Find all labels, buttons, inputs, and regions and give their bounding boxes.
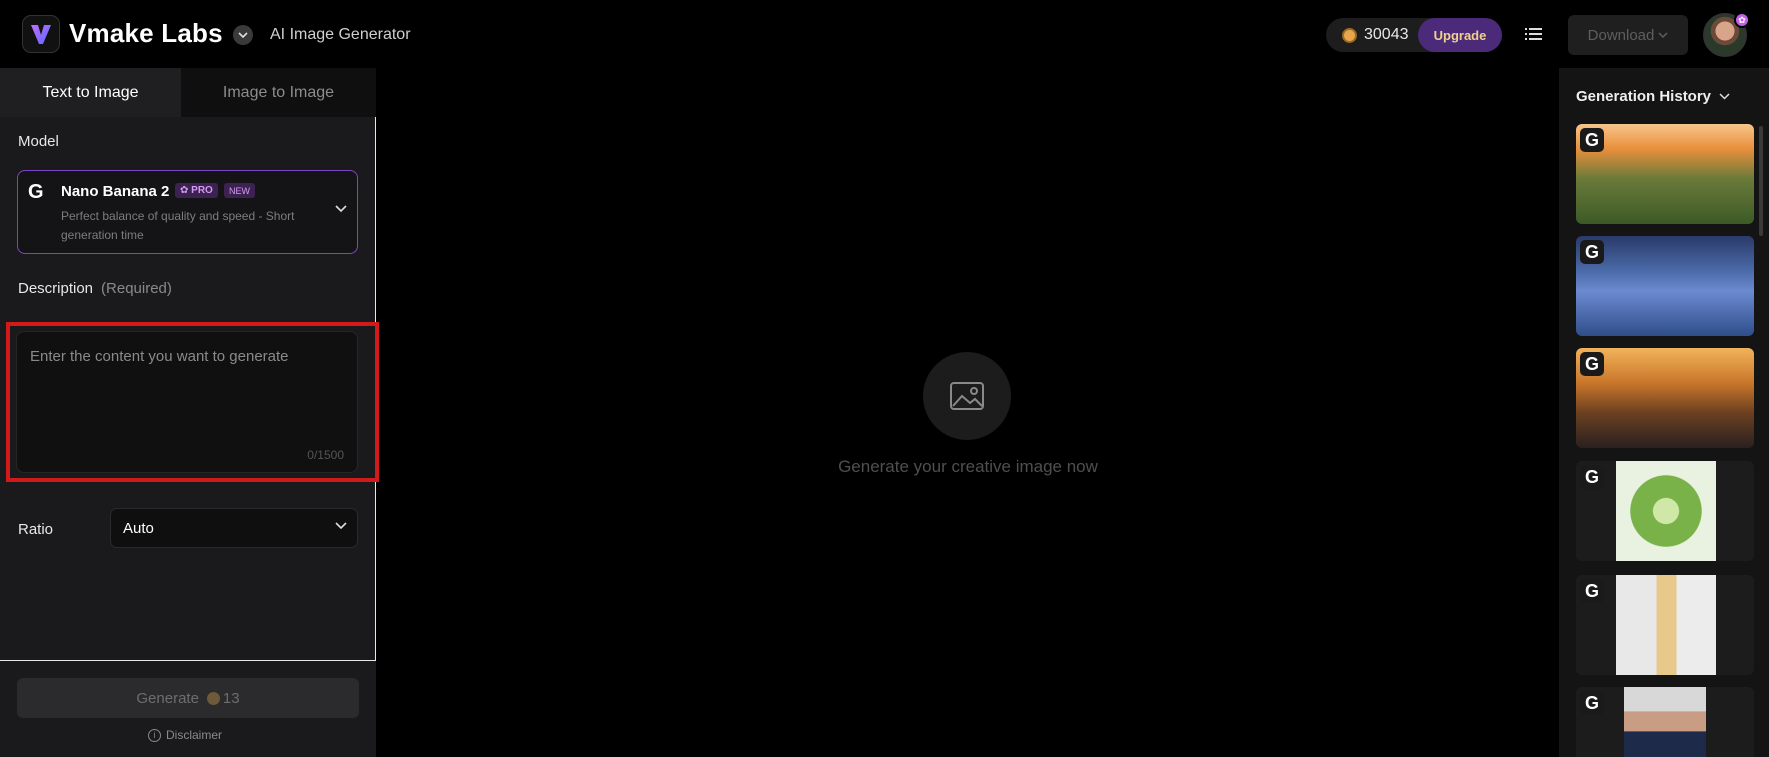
history-card[interactable]: G: [1576, 461, 1754, 561]
image-placeholder-icon: [923, 352, 1011, 440]
google-icon: G: [1580, 691, 1604, 715]
tab-image-to-image[interactable]: Image to Image: [181, 68, 376, 117]
model-description: Perfect balance of quality and speed - S…: [61, 209, 295, 242]
download-button[interactable]: Download: [1568, 15, 1688, 55]
credits-amount: 30043: [1364, 26, 1409, 43]
generate-button[interactable]: Generate 13: [17, 678, 359, 718]
brand-name: Vmake Labs: [69, 18, 223, 48]
tab-text-to-image[interactable]: Text to Image: [0, 68, 181, 117]
disclaimer-link[interactable]: i Disclaimer: [148, 728, 222, 742]
history-scrollbar[interactable]: [1759, 126, 1763, 236]
history-title-label: Generation History: [1576, 88, 1712, 105]
google-icon: G: [1580, 240, 1604, 264]
chevron-down-icon: [335, 205, 347, 213]
generation-form: Model G Nano Banana 2 ✿ PRO NEW Perfect …: [0, 117, 379, 661]
chevron-down-icon: [1658, 32, 1668, 38]
history-card[interactable]: G: [1576, 575, 1754, 675]
disclaimer-label: Disclaimer: [166, 728, 223, 742]
google-icon: G: [1580, 579, 1604, 603]
history-thumbnail: [1616, 575, 1716, 675]
coin-icon: [1342, 27, 1357, 43]
history-thumbnail: [1624, 687, 1706, 757]
history-card[interactable]: G: [1576, 687, 1754, 757]
mode-tabs: Text to Image Image to Image: [0, 68, 376, 117]
generate-cost: 13: [206, 689, 240, 707]
history-card[interactable]: G: [1576, 348, 1754, 448]
download-label: Download: [1587, 26, 1655, 44]
app-root: Vmake Labs AI Image Generator 30043 Upgr…: [0, 0, 1769, 757]
google-icon: G: [1580, 128, 1604, 152]
model-name: Nano Banana 2: [61, 183, 170, 200]
empty-state-text: Generate your creative image now: [838, 457, 1098, 476]
history-thumbnail: [1616, 461, 1716, 561]
ratio-label: Ratio: [18, 521, 54, 538]
history-panel: Generation History G G G G G G: [1559, 68, 1769, 757]
credits-pill[interactable]: 30043 Upgrade: [1326, 18, 1502, 52]
description-label: Description (Required): [18, 280, 172, 297]
info-icon: i: [148, 728, 161, 742]
google-icon: G: [1580, 352, 1604, 376]
history-card[interactable]: G: [1576, 236, 1754, 336]
app-subtitle: AI Image Generator: [270, 26, 411, 43]
vmake-logo-icon: [31, 25, 51, 44]
ratio-select[interactable]: Auto: [110, 508, 358, 548]
description-label-text: Description: [18, 280, 94, 297]
google-icon: G: [28, 181, 44, 203]
model-select[interactable]: G Nano Banana 2 ✿ PRO NEW Perfect balanc…: [17, 170, 358, 254]
ratio-value: Auto: [123, 519, 154, 537]
history-title[interactable]: Generation History: [1576, 88, 1730, 105]
left-panel: Text to Image Image to Image Model G Nan…: [0, 68, 379, 757]
list-menu-icon[interactable]: [1525, 26, 1543, 42]
brand-menu-chevron-icon[interactable]: [233, 25, 253, 45]
top-header: Vmake Labs AI Image Generator 30043 Upgr…: [0, 0, 1769, 68]
character-counter: 0/1500: [307, 448, 344, 462]
generate-cost-value: 13: [222, 689, 240, 707]
vip-crown-icon: ✿: [1734, 12, 1750, 28]
coin-icon: [206, 691, 220, 705]
chevron-down-icon: [1719, 93, 1730, 100]
model-label: Model: [18, 133, 59, 150]
vmake-logo[interactable]: [22, 15, 60, 53]
upgrade-button[interactable]: Upgrade: [1418, 18, 1502, 52]
description-input[interactable]: [17, 332, 357, 472]
description-field[interactable]: 0/1500: [16, 331, 358, 473]
generate-label: Generate: [136, 689, 199, 707]
history-card[interactable]: G: [1576, 124, 1754, 224]
required-hint: (Required): [101, 280, 172, 297]
pro-badge: ✿ PRO: [175, 183, 218, 198]
chevron-down-icon: [335, 522, 347, 530]
google-icon: G: [1580, 465, 1604, 489]
new-badge: NEW: [224, 183, 255, 198]
